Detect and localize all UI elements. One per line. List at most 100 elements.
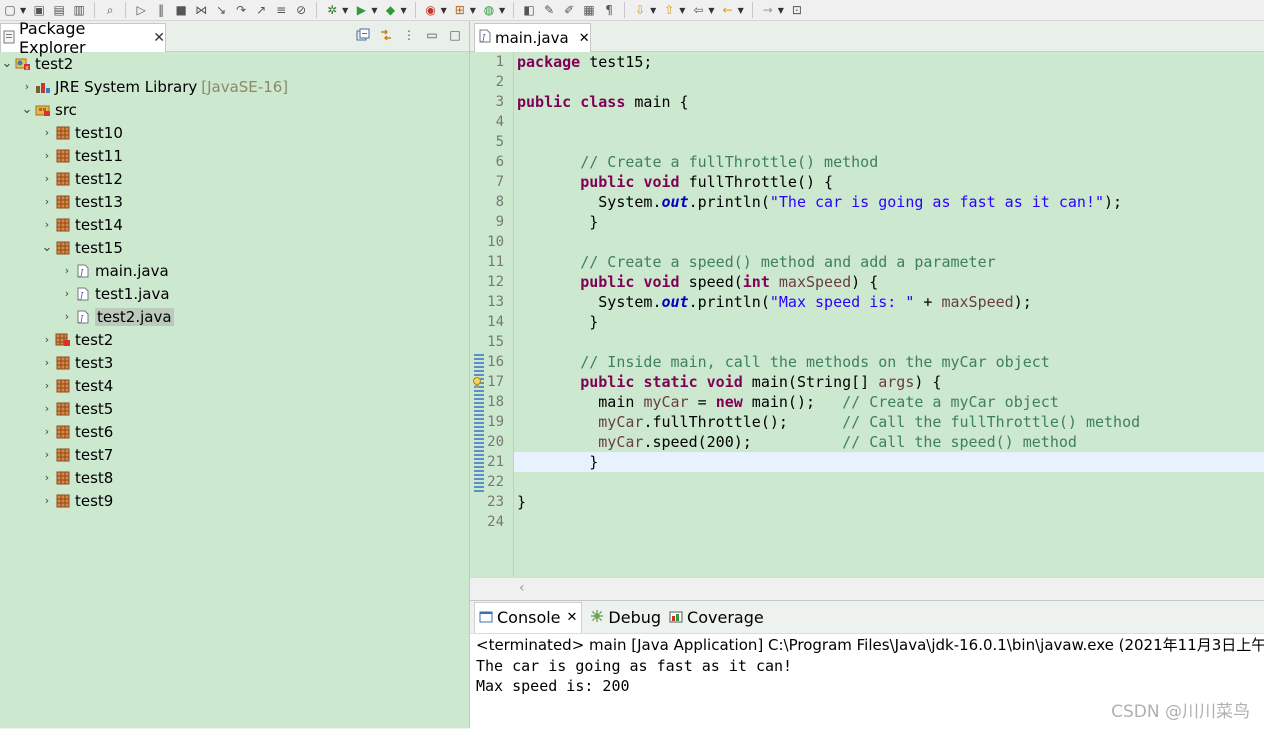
run-icon[interactable]: ▶ [353, 3, 369, 17]
dropdown-arrow-icon[interactable]: ▼ [400, 6, 406, 15]
chevron-right-icon[interactable]: › [40, 195, 54, 208]
tree-item[interactable]: › test9 [0, 489, 469, 512]
dropdown-arrow-icon[interactable]: ▼ [708, 6, 714, 15]
chevron-right-icon[interactable]: › [60, 310, 74, 323]
print-icon[interactable]: ▥ [71, 3, 87, 17]
code-line[interactable]: public class main { [514, 92, 1264, 112]
resume-icon[interactable]: ▷ [133, 3, 149, 17]
tree-item[interactable]: › test8 [0, 466, 469, 489]
link-with-editor-icon[interactable] [378, 27, 394, 43]
close-icon[interactable]: ✕ [579, 31, 590, 46]
debug-icon[interactable]: ✲ [324, 3, 340, 17]
chevron-right-icon[interactable]: › [40, 149, 54, 162]
dropdown-arrow-icon[interactable]: ▼ [499, 6, 505, 15]
next-annotation-icon[interactable]: ⇩ [632, 3, 648, 17]
forward-icon[interactable]: → [760, 3, 776, 17]
chevron-right-icon[interactable]: › [40, 172, 54, 185]
code-line[interactable]: public void speed(int maxSpeed) { [514, 272, 1264, 292]
open-task-icon[interactable]: ✎ [541, 3, 557, 17]
step-into-icon[interactable]: ↘ [213, 3, 229, 17]
tree-item[interactable]: › test11 [0, 144, 469, 167]
tab-package-explorer[interactable]: Package Explorer ✕ [0, 19, 166, 57]
coverage-icon[interactable]: ◆ [382, 3, 398, 17]
tree-item[interactable]: › test5 [0, 397, 469, 420]
save-all-icon[interactable]: ▤ [51, 3, 67, 17]
code-line[interactable] [514, 472, 1264, 492]
dropdown-arrow-icon[interactable]: ▼ [342, 6, 348, 15]
tree-item[interactable]: › JRE System Library [JavaSE-16] [0, 75, 469, 98]
tree-item[interactable]: › test2 [0, 328, 469, 351]
chevron-right-icon[interactable]: › [40, 471, 54, 484]
new-java-package-icon[interactable]: ⊞ [452, 3, 468, 17]
warning-lightbulb-icon[interactable] [472, 375, 482, 388]
save-icon[interactable]: ▣ [31, 3, 47, 17]
tree-item[interactable]: ⌄ x test2 [0, 52, 469, 75]
open-type-icon[interactable]: ◧ [521, 3, 537, 17]
pin-editor-icon[interactable]: ⊡ [789, 3, 805, 17]
back-icon[interactable]: ← [720, 3, 736, 17]
chevron-right-icon[interactable]: › [40, 379, 54, 392]
chevron-right-icon[interactable]: › [60, 287, 74, 300]
code-line[interactable] [514, 512, 1264, 532]
tree-item[interactable]: › test3 [0, 351, 469, 374]
external-tools-icon[interactable]: ◉ [423, 3, 439, 17]
code-line[interactable] [514, 132, 1264, 152]
step-return-icon[interactable]: ↗ [253, 3, 269, 17]
chevron-right-icon[interactable]: › [40, 494, 54, 507]
code-line[interactable]: } [514, 492, 1264, 512]
scroll-left-icon[interactable]: ‹ [519, 580, 525, 596]
tree-item[interactable]: › Jmain.java [0, 259, 469, 282]
code-line[interactable] [514, 72, 1264, 92]
code-line[interactable] [514, 112, 1264, 132]
tree-item[interactable]: › test12 [0, 167, 469, 190]
tree-item[interactable]: › test6 [0, 420, 469, 443]
chevron-right-icon[interactable]: › [60, 264, 74, 277]
suspend-icon[interactable]: ‖ [153, 3, 169, 17]
tree-item[interactable]: › test13 [0, 190, 469, 213]
collapse-all-icon[interactable] [355, 27, 371, 43]
tree-item[interactable]: ⌄ src [0, 98, 469, 121]
new-java-class-icon[interactable]: ◍ [481, 3, 497, 17]
tab-main-java[interactable]: J main.java ✕ [474, 23, 591, 52]
skip-breakpoints-icon[interactable]: ⊘ [293, 3, 309, 17]
chevron-right-icon[interactable]: › [40, 218, 54, 231]
dropdown-arrow-icon[interactable]: ▼ [20, 6, 26, 15]
tree-item[interactable]: › test7 [0, 443, 469, 466]
code-line[interactable]: // Inside main, call the methods on the … [514, 352, 1264, 372]
toggle-breakpoints-icon[interactable]: ≡ [273, 3, 289, 17]
horizontal-scrollbar[interactable]: ‹ [470, 577, 1264, 601]
disconnect-icon[interactable]: ⋈ [193, 3, 209, 17]
toggle-block-selection-icon[interactable]: ▦ [581, 3, 597, 17]
annotation-ruler[interactable] [470, 52, 486, 577]
tree-item[interactable]: ⌄ test15 [0, 236, 469, 259]
chevron-down-icon[interactable]: ⌄ [0, 57, 14, 70]
chevron-right-icon[interactable]: › [40, 356, 54, 369]
previous-annotation-icon[interactable]: ⇧ [661, 3, 677, 17]
code-line[interactable]: System.out.println("Max speed is: " + ma… [514, 292, 1264, 312]
code-line[interactable]: public void fullThrottle() { [514, 172, 1264, 192]
code-line[interactable]: public static void main(String[] args) { [514, 372, 1264, 392]
code-line[interactable] [514, 332, 1264, 352]
close-icon[interactable]: ✕ [153, 30, 165, 46]
code-line[interactable]: } [514, 312, 1264, 332]
dropdown-arrow-icon[interactable]: ▼ [778, 6, 784, 15]
chevron-down-icon[interactable]: ⌄ [20, 103, 34, 116]
dropdown-arrow-icon[interactable]: ▼ [371, 6, 377, 15]
minimize-icon[interactable]: ▭ [424, 27, 440, 43]
chevron-right-icon[interactable]: › [20, 80, 34, 93]
dropdown-arrow-icon[interactable]: ▼ [738, 6, 744, 15]
search-icon[interactable]: ⌕ [102, 3, 118, 17]
code-line[interactable]: // Create a fullThrottle() method [514, 152, 1264, 172]
code-line[interactable]: package test15; [514, 52, 1264, 72]
dropdown-arrow-icon[interactable]: ▼ [650, 6, 656, 15]
tree-item[interactable]: › test14 [0, 213, 469, 236]
tree-item[interactable]: › test10 [0, 121, 469, 144]
chevron-down-icon[interactable]: ⌄ [40, 241, 54, 254]
show-whitespace-icon[interactable]: ¶ [601, 3, 617, 17]
chevron-right-icon[interactable]: › [40, 402, 54, 415]
code-line[interactable]: } [514, 452, 1264, 472]
chevron-right-icon[interactable]: › [40, 425, 54, 438]
tree-item[interactable]: › Jtest1.java [0, 282, 469, 305]
code-line[interactable]: } [514, 212, 1264, 232]
tab-coverage[interactable]: Coverage [669, 608, 764, 627]
